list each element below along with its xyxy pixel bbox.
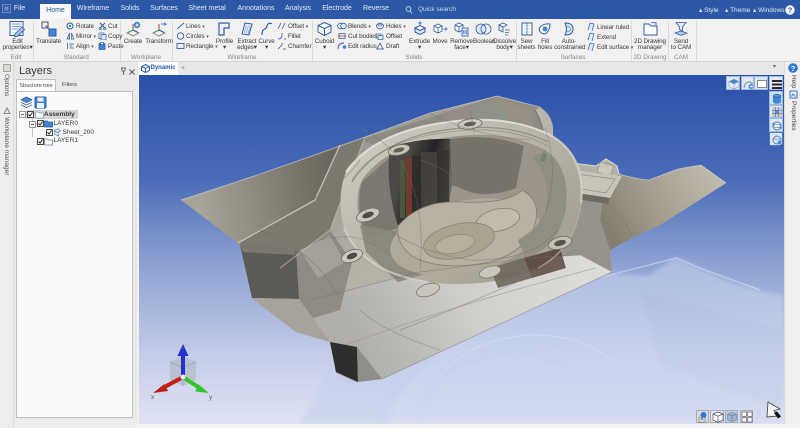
svg-text:?: ?: [791, 64, 796, 73]
svg-text:z: z: [182, 344, 185, 351]
svg-text:?: ?: [788, 6, 793, 15]
